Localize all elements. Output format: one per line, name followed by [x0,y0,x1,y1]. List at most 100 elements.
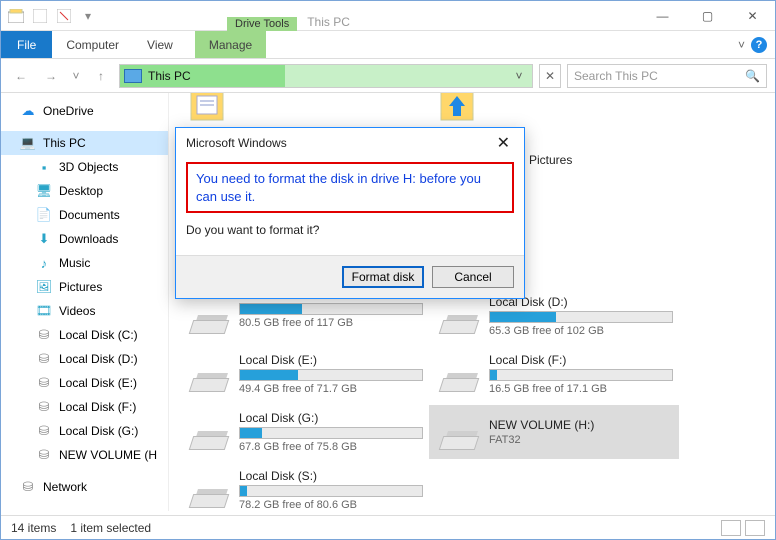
format-disk-button[interactable]: Format disk [342,266,424,288]
refresh-button[interactable]: ✕ [539,64,561,88]
sidebar-item[interactable]: 🖥 Desktop [1,179,168,203]
up-button[interactable]: ↑ [89,64,113,88]
sidebar-item[interactable]: ⛁ Local Disk (D:) [1,347,168,371]
status-bar: 14 items 1 item selected [1,515,775,539]
icons-view-button[interactable] [745,520,765,536]
sidebar-item[interactable]: 📄 Documents [1,203,168,227]
search-icon: 🔍 [745,69,760,83]
folder-downloads[interactable]: Downloads [429,93,679,127]
sidebar-item-icon: 🖥 [35,183,53,199]
ribbon-expand-icon[interactable]: ˅ [738,38,745,52]
forward-button[interactable]: → [39,64,63,88]
sidebar-item[interactable]: ▪3D Objects [1,155,168,179]
sidebar-item-label: Documents [59,208,120,222]
drive-icon [185,298,229,334]
drive-free-space: 65.3 GB free of 102 GB [489,325,673,337]
qat-item[interactable] [53,5,75,27]
drive-icon [435,298,479,334]
sidebar-item[interactable]: ⛁ Network [1,475,168,499]
window-title: This PC [297,13,360,31]
address-bar[interactable]: This PC ˅ [119,64,533,88]
sidebar-item-icon: ♪ [35,255,53,271]
folder-icon [185,93,229,125]
sidebar-item[interactable]: ⛁ Local Disk (E:) [1,371,168,395]
sidebar-item[interactable]: ⛁NEW VOLUME (H [1,443,168,467]
qat-item[interactable] [29,5,51,27]
sidebar-item-label: NEW VOLUME (H [59,448,157,462]
sidebar-item-icon: ⛁ [35,351,53,367]
sidebar-item-icon: 📄 [35,207,53,223]
drive-free-space: 49.4 GB free of 71.7 GB [239,383,423,395]
format-dialog: Microsoft Windows ✕ You need to format t… [175,127,525,299]
drive-free-space: 67.8 GB free of 75.8 GB [239,441,423,453]
file-tab[interactable]: File [1,31,52,58]
drive-usage-bar [239,427,423,439]
sidebar-item-label: Network [43,480,87,494]
drive-item[interactable]: NEW VOLUME (H:)FAT32 [429,405,679,459]
sidebar-item-icon: ⬇ [35,231,53,247]
maximize-button[interactable]: ▢ [685,1,730,31]
dialog-message: You need to format the disk in drive H: … [186,162,514,213]
sidebar-item-label: Local Disk (D:) [59,352,138,366]
sidebar-item[interactable]: ⬇ Downloads [1,227,168,251]
view-tab[interactable]: View [133,31,187,58]
manage-tab[interactable]: Manage [195,31,266,58]
sidebar-item-label: Videos [59,304,95,318]
cancel-button[interactable]: Cancel [432,266,514,288]
sidebar-item-icon: ⛁ [35,423,53,439]
folder-icon [435,93,479,125]
folder-label-pictures: Pictures [529,153,572,167]
sidebar-item[interactable]: ☁ OneDrive [1,99,168,123]
drive-name: Local Disk (F:) [489,353,673,367]
drive-item[interactable]: Local Disk (S:)78.2 GB free of 80.6 GB [179,463,429,511]
drive-icon [185,472,229,508]
drive-icon [185,356,229,392]
sidebar-item-label: This PC [43,136,86,150]
sidebar-item-icon: ⛁ [35,399,53,415]
drive-name: NEW VOLUME (H:) [489,418,673,432]
navigation-bar: ← → ˅ ↑ This PC ˅ ✕ 🔍 [1,59,775,93]
computer-tab[interactable]: Computer [52,31,133,58]
drive-usage-bar [239,303,423,315]
drive-item[interactable]: Local Disk (F:) 16.5 GB free of 17.1 GB [429,347,679,401]
sidebar-item-label: Local Disk (E:) [59,376,137,390]
help-icon[interactable]: ? [751,37,767,53]
drive-item[interactable]: Local Disk (E:)49.4 GB free of 71.7 GB [179,347,429,401]
sidebar-item[interactable]: ⛁Local Disk (G:) [1,419,168,443]
sidebar-item[interactable]: ⛁Local Disk (C:) [1,323,168,347]
dialog-close-button[interactable]: ✕ [493,133,514,153]
sidebar-item-label: Downloads [59,232,118,246]
dialog-titlebar: Microsoft Windows ✕ [176,128,524,158]
qat-dropdown-icon[interactable]: ▾ [77,5,99,27]
minimize-button[interactable]: — [640,1,685,31]
app-icon [5,5,27,27]
drive-free-space: 16.5 GB free of 17.1 GB [489,383,673,395]
drive-icon [435,356,479,392]
drive-tools-label: Drive Tools [227,17,297,31]
folder-documents[interactable]: Documents [179,93,429,127]
sidebar-item[interactable]: 🖼 Pictures [1,275,168,299]
sidebar-item[interactable]: 💻This PC [1,131,168,155]
address-dropdown-icon[interactable]: ˅ [510,69,528,83]
sidebar-item-icon: ⛁ [35,375,53,391]
item-count: 14 items [11,521,56,535]
sidebar-item-label: OneDrive [43,104,94,118]
search-input[interactable] [574,69,745,83]
sidebar-item-icon: ☁ [19,103,37,119]
drive-item[interactable]: Local Disk (G:)67.8 GB free of 75.8 GB [179,405,429,459]
search-box[interactable]: 🔍 [567,64,767,88]
details-view-button[interactable] [721,520,741,536]
sidebar-item-icon: ⛁ [19,479,37,495]
back-button[interactable]: ← [9,64,33,88]
drive-usage-bar [489,311,673,323]
sidebar-item-icon: 🖼 [35,279,53,295]
drive-usage-bar [239,369,423,381]
sidebar-item-label: Desktop [59,184,103,198]
sidebar-item[interactable]: ♪Music [1,251,168,275]
sidebar-item[interactable]: 🎞Videos [1,299,168,323]
sidebar-item[interactable]: ⛁Local Disk (F:) [1,395,168,419]
close-button[interactable]: ✕ [730,1,775,31]
recent-dropdown-icon[interactable]: ˅ [69,64,83,88]
sidebar-item-label: Pictures [59,280,102,294]
drive-usage-bar [489,369,673,381]
